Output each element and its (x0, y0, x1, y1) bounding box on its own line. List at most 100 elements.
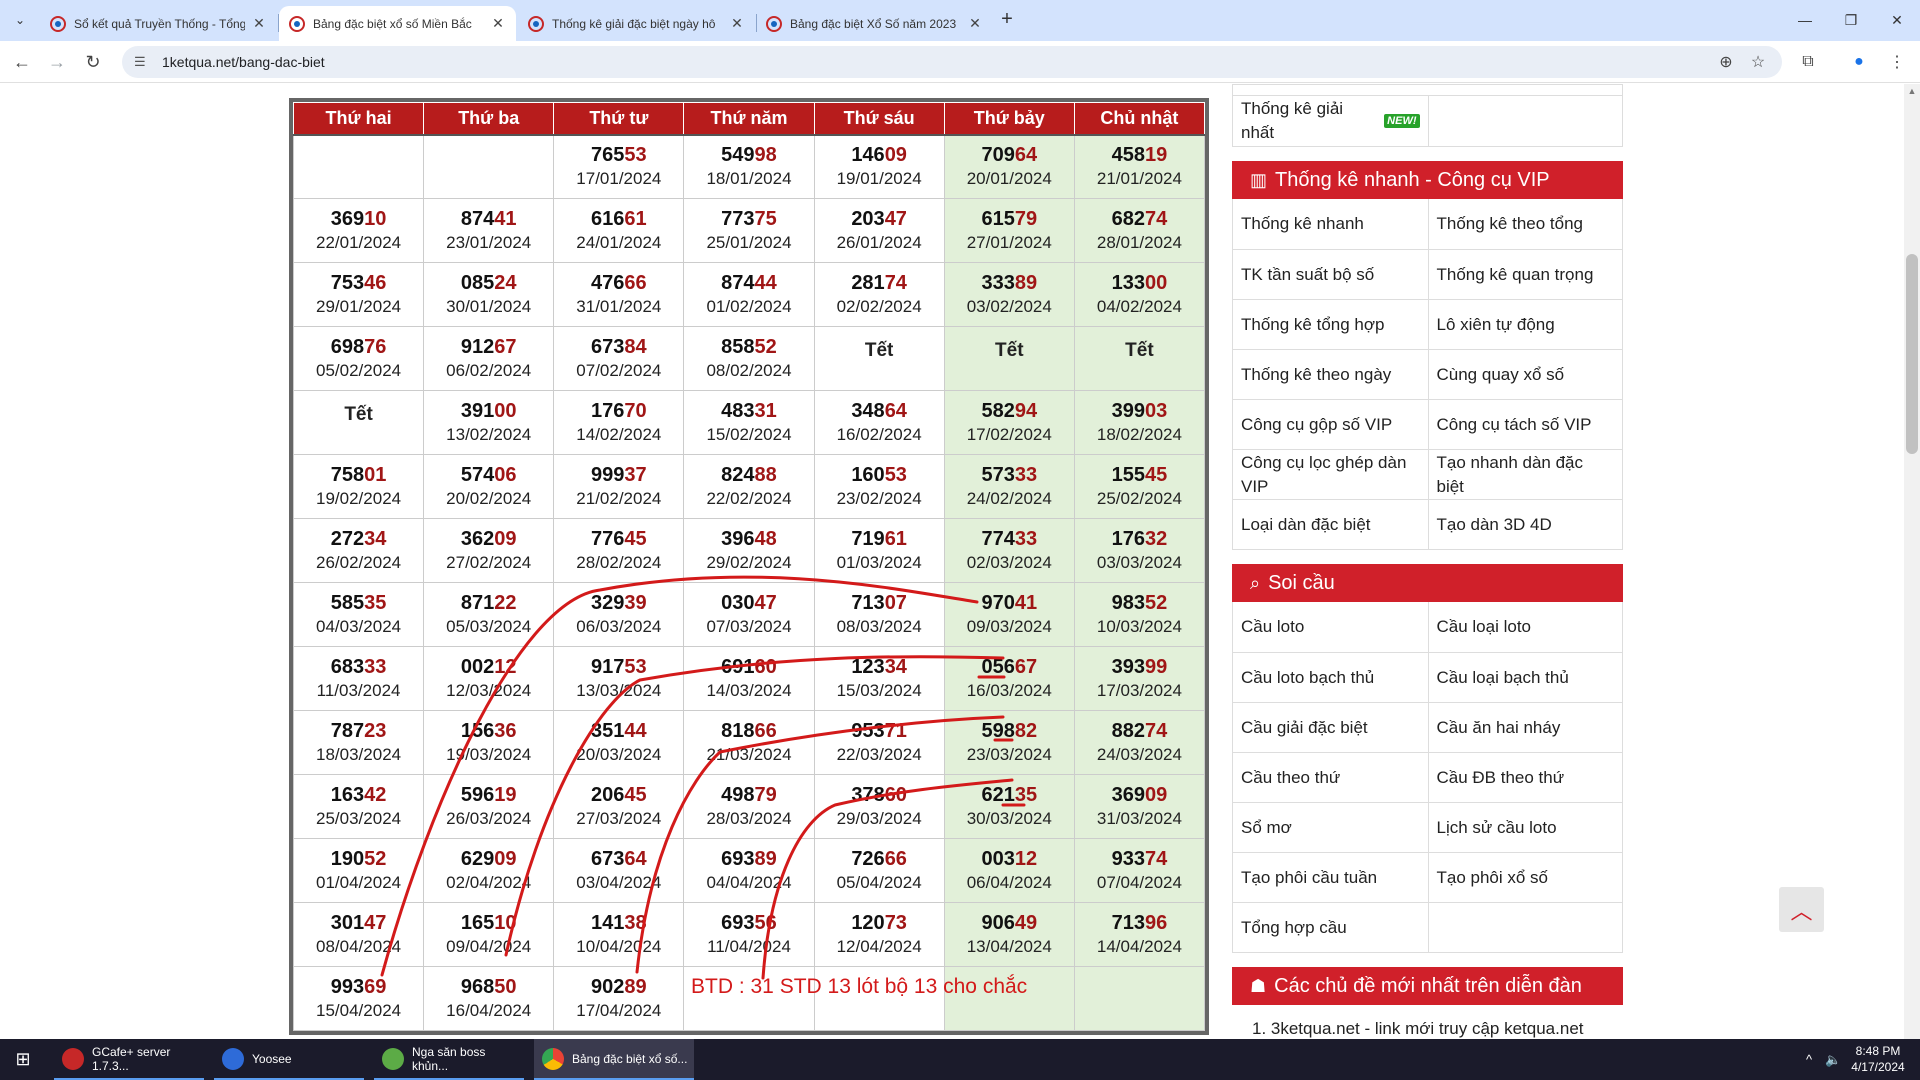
sidebar-link[interactable]: Lô xiên tự động (1427, 300, 1623, 349)
prize-number: 61661 (554, 207, 683, 231)
sidebar-link[interactable]: Cầu loto (1233, 602, 1428, 652)
sidebar-row: Cầu loto bạch thủ Cầu loại bạch thủ (1233, 652, 1622, 702)
table-cell: 15636 19/03/2024 (423, 710, 555, 775)
kebab-menu-icon[interactable]: ⋮ (1885, 50, 1909, 74)
browser-tab-3[interactable]: Thống kê giải đặc biệt ngày hô ✕ (518, 6, 755, 41)
sidebar-link[interactable]: Cầu giải đặc biệt (1233, 703, 1428, 752)
sidebar-link[interactable]: Thống kê nhanh (1233, 199, 1428, 249)
prize-number-head: 002 (460, 655, 495, 678)
browser-tab-4[interactable]: Bảng đặc biệt Xổ Số năm 2023 ✕ (756, 6, 993, 41)
prize-number-head: 585 (330, 591, 365, 614)
tab-close-icon[interactable]: ✕ (967, 15, 983, 32)
prize-number-tail: 79 (1014, 207, 1038, 230)
sidebar-link[interactable]: Loại dàn đặc biệt (1233, 500, 1428, 549)
prize-number: 69876 (294, 335, 423, 359)
prize-number: 87441 (424, 207, 553, 231)
sidebar-link[interactable]: Tạo dàn 3D 4D (1427, 500, 1623, 549)
sidebar-link[interactable]: TK tần suất bộ số (1233, 250, 1428, 299)
link-thong-ke-giai-nhat[interactable]: Thống kê giải nhất NEW! (1233, 96, 1428, 146)
sidebar-link[interactable]: Cầu theo thứ (1233, 753, 1428, 802)
taskbar-item-game[interactable]: Nga săn boss khủn... (374, 1039, 524, 1080)
tab-close-icon[interactable]: ✕ (729, 15, 745, 32)
profile-icon[interactable]: ● (1847, 50, 1871, 74)
extensions-puzzle-icon[interactable]: ⧉ (1796, 50, 1820, 74)
page-scrollbar[interactable] (1904, 84, 1920, 1039)
sidebar-link[interactable]: Tạo nhanh dàn đặc biệt (1427, 450, 1623, 499)
table-row: 69876 05/02/2024 91267 06/02/2024 67384 07/02… (292, 326, 1206, 391)
browser-tab-1[interactable]: Sổ kết quả Truyền Thống - Tổng ✕ (40, 6, 277, 41)
prize-number: 93374 (1075, 847, 1204, 871)
prize-number-head: 206 (591, 783, 625, 806)
draw-date: 29/02/2024 (706, 552, 792, 572)
sidebar-link[interactable]: Công cụ lọc ghép dàn VIP (1233, 450, 1428, 499)
tab-search-chevron-down-icon[interactable]: ⌄ (8, 8, 32, 32)
prize-number-head: 629 (460, 847, 495, 870)
table-cell: 00212 12/03/2024 (423, 646, 555, 711)
system-clock[interactable]: 8:48 PM 4/17/2024 (1848, 1043, 1908, 1075)
prize-number: 75801 (294, 463, 423, 487)
close-window-icon[interactable]: ✕ (1874, 0, 1920, 40)
prize-number: 39399 (1075, 655, 1204, 679)
back-arrow-icon[interactable]: ← (10, 50, 34, 74)
prize-number-head: 141 (591, 911, 625, 934)
sidebar-link[interactable]: Cùng quay xổ số (1427, 350, 1623, 399)
prize-number-tail: 53 (624, 143, 647, 166)
sidebar-link[interactable]: Tổng hợp cầu (1233, 903, 1428, 952)
reload-icon[interactable]: ↻ (81, 50, 105, 74)
scroll-up-arrow-icon[interactable]: ▲ (1905, 86, 1919, 100)
prize-number-tail: 60 (884, 783, 907, 806)
sidebar-link[interactable]: Thống kê theo ngày (1233, 350, 1428, 399)
sidebar-link[interactable]: Cầu loto bạch thủ (1233, 653, 1428, 702)
sidebar-link[interactable]: Thống kê quan trọng (1427, 250, 1623, 299)
address-bar[interactable]: ☰ 1ketqua.net/bang-dac-biet (122, 46, 1782, 78)
zoom-icon[interactable]: ⊕ (1714, 50, 1738, 74)
sidebar-link[interactable]: Công cụ tách số VIP (1427, 400, 1623, 449)
sidebar-link[interactable]: Tạo phôi xổ số (1427, 853, 1623, 902)
draw-date: 20/02/2024 (446, 488, 532, 508)
table-cell: 30147 08/04/2024 (292, 902, 425, 967)
sidebar-link[interactable]: Thống kê theo tổng (1427, 199, 1623, 249)
tab-close-icon[interactable]: ✕ (490, 15, 506, 32)
bookmark-star-icon[interactable]: ☆ (1746, 50, 1770, 74)
sidebar-link[interactable]: Thống kê tổng hợp (1233, 300, 1428, 349)
draw-date: 03/02/2024 (966, 296, 1052, 316)
sidebar-link[interactable]: Cầu ăn hai nháy (1427, 703, 1623, 752)
prize-number: 08524 (424, 271, 553, 295)
browser-tab-2[interactable]: Bảng đặc biệt xổ số Miền Bắc ✕ (279, 6, 516, 41)
sidebar-link[interactable]: Cầu ĐB theo thứ (1427, 753, 1623, 802)
sidebar-link[interactable]: Lịch sử cầu loto (1427, 803, 1623, 852)
prize-number: 75346 (294, 271, 423, 295)
tray-chevron-up-icon[interactable]: ^ (1806, 1039, 1812, 1080)
taskbar-item-gcafe[interactable]: GCafe+ server 1.7.3... (54, 1039, 204, 1080)
restore-icon[interactable]: ❐ (1828, 0, 1874, 40)
sidebar-row: Cầu loto Cầu loại loto (1233, 602, 1622, 652)
prize-number-head: 329 (591, 591, 625, 614)
windows-start-icon[interactable]: ⊞ (0, 1039, 46, 1080)
sidebar-link[interactable]: Cầu loại bạch thủ (1427, 653, 1623, 702)
tab-close-icon[interactable]: ✕ (251, 15, 267, 32)
taskbar-item-chrome[interactable]: Bảng đặc biệt xổ số... (534, 1039, 694, 1080)
draw-date: 08/03/2024 (836, 616, 922, 636)
prize-number-tail: 67 (494, 335, 517, 358)
new-tab-plus-icon[interactable]: + (995, 8, 1019, 32)
prize-number-head: 351 (591, 719, 625, 742)
sidebar-row: Công cụ gộp số VIP Công cụ tách số VIP (1233, 399, 1622, 449)
sidebar-link[interactable]: Công cụ gộp số VIP (1233, 400, 1428, 449)
sidebar-link[interactable]: Cầu loại loto (1427, 602, 1623, 652)
prize-number: 85852 (684, 335, 813, 359)
prize-number: 35144 (554, 719, 683, 743)
taskbar-item-yoosee[interactable]: Yoosee (214, 1039, 364, 1080)
forward-arrow-icon[interactable]: → (45, 50, 69, 74)
taskbar-label: GCafe+ server 1.7.3... (92, 1044, 171, 1073)
site-info-icon[interactable]: ☰ (134, 54, 152, 70)
back-to-top-button[interactable]: ︿ (1779, 887, 1824, 932)
table-cell: 71307 08/03/2024 (813, 582, 945, 647)
prize-number-head: 598 (981, 719, 1015, 742)
forum-topic-first[interactable]: 1. 3ketqua.net - link mới truy cập ketqu… (1232, 1005, 1623, 1039)
tab-title: Bảng đặc biệt xổ số Miền Bắc (313, 16, 472, 31)
sidebar-link[interactable]: Tạo phôi cầu tuần (1233, 853, 1428, 902)
scrollbar-thumb[interactable] (1906, 254, 1918, 454)
volume-icon[interactable]: 🔈 (1825, 1039, 1841, 1080)
sidebar-link[interactable]: Sổ mơ (1233, 803, 1428, 852)
minimize-icon[interactable]: — (1782, 0, 1828, 40)
